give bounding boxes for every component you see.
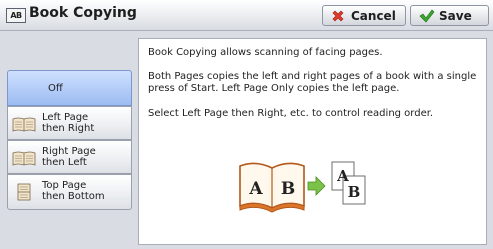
option-right-page-label: Right Page then Left <box>42 146 128 168</box>
option-off[interactable]: Off <box>7 70 132 106</box>
separate-pages-graphic: A B <box>331 161 366 205</box>
cancel-button[interactable]: Cancel <box>322 5 406 26</box>
page-b-letter: B <box>348 183 361 201</box>
open-book-icon <box>12 151 36 166</box>
book-left-letter: A <box>248 179 263 199</box>
option-label-line2: then Left <box>42 157 87 168</box>
book-right-letter: B <box>281 179 295 199</box>
page-title: Book Copying <box>29 5 137 21</box>
calendar-book-icon <box>17 183 31 201</box>
option-top-page-label: Top Page then Bottom <box>42 180 128 202</box>
description-paragraph-3: Select Left Page then Right, etc. to con… <box>148 108 434 119</box>
cancel-label: Cancel <box>351 9 396 23</box>
option-off-label: Off <box>48 83 63 94</box>
description-paragraph-1: Book Copying allows scanning of facing p… <box>148 47 383 58</box>
open-book-icon <box>12 117 36 132</box>
book-to-pages-illustration: A B A B <box>239 161 366 213</box>
option-label-line1: Right Page <box>42 146 96 157</box>
option-label-line2: then Right <box>42 123 95 134</box>
title-bar: AB Book Copying Cancel Save <box>0 0 493 31</box>
option-left-page-label: Left Page then Right <box>42 112 128 134</box>
book-copying-screen: AB Book Copying Cancel Save Off Left Pag… <box>0 0 493 249</box>
option-left-page-then-right[interactable]: Left Page then Right <box>7 106 132 140</box>
option-label-line1: Top Page <box>42 180 87 191</box>
cancel-x-icon <box>332 10 344 22</box>
option-label-line1: Left Page <box>42 112 89 123</box>
option-top-page-then-bottom[interactable]: Top Page then Bottom <box>7 174 132 210</box>
book-copying-options: Off Left Page then Right Right Page then… <box>7 70 132 214</box>
checkmark-icon <box>419 9 435 23</box>
option-label-line2: then Bottom <box>42 191 105 202</box>
save-label: Save <box>439 9 472 23</box>
book-copying-icon: AB <box>6 8 26 23</box>
open-book-graphic: A B <box>239 162 305 213</box>
arrow-right-icon <box>307 176 326 196</box>
save-button[interactable]: Save <box>410 5 489 26</box>
description-paragraph-2: Both Pages copies the left and right pag… <box>148 71 477 94</box>
option-right-page-then-left[interactable]: Right Page then Left <box>7 140 132 174</box>
